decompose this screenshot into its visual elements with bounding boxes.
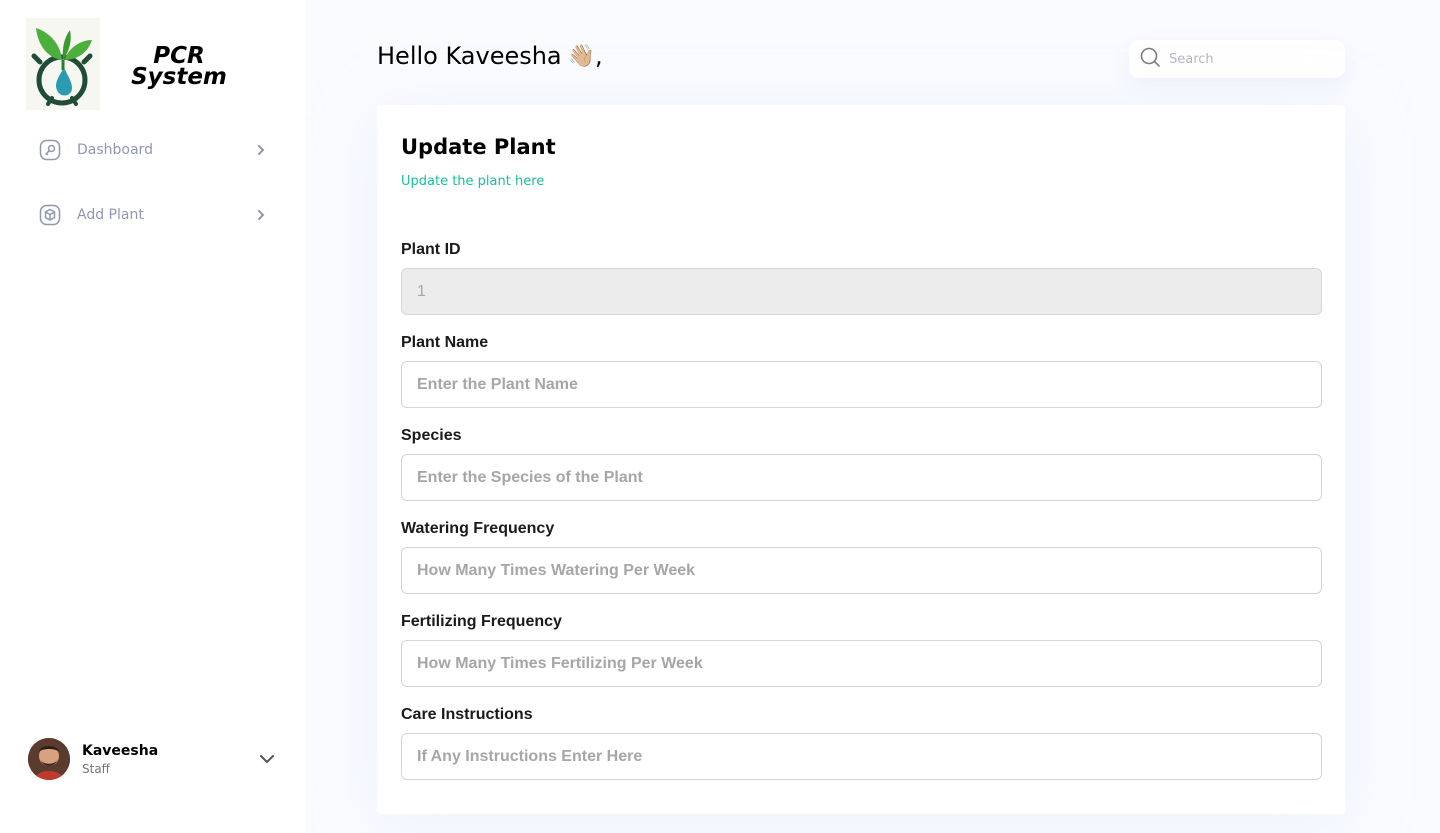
species-field[interactable]: [401, 454, 1322, 501]
fertilizing-frequency-field[interactable]: [401, 640, 1322, 687]
page-title: Update Plant: [401, 135, 556, 159]
sidebar-item-label: Dashboard: [77, 142, 153, 158]
update-plant-card: Update Plant Update the plant here Plant…: [377, 105, 1345, 814]
sidebar-item-add-plant[interactable]: Add Plant: [38, 202, 274, 228]
brand-name: PCR System: [124, 45, 234, 90]
search-box[interactable]: [1129, 40, 1345, 78]
care-instructions-field[interactable]: [401, 733, 1322, 780]
plant-name-label: Plant Name: [401, 334, 489, 351]
profile-role: Staff: [82, 761, 110, 776]
sidebar: PCR System Dashboard Add Plant Kaveesha …: [0, 0, 306, 833]
greeting-text: Hello Kaveesha: [377, 42, 562, 70]
greeting-comma: ,: [595, 42, 603, 70]
sidebar-item-label: Add Plant: [77, 207, 144, 223]
search-input[interactable]: [1169, 51, 1329, 67]
page-subtitle: Update the plant here: [401, 174, 545, 189]
wave-emoji: 👋🏼: [567, 43, 596, 69]
avatar: [28, 738, 70, 780]
chevron-right-icon: [254, 208, 268, 222]
plant-name-field[interactable]: [401, 361, 1322, 408]
pcr-logo[interactable]: [26, 18, 100, 110]
sidebar-item-dashboard[interactable]: Dashboard: [38, 137, 274, 163]
search-icon: [1139, 46, 1161, 73]
brand-line-2: System: [131, 64, 227, 90]
watering-frequency-label: Watering Frequency: [401, 520, 555, 537]
watering-frequency-field[interactable]: [401, 547, 1322, 594]
key-square-icon: [38, 138, 62, 162]
profile-name: Kaveesha: [82, 742, 159, 759]
species-label: Species: [401, 427, 462, 444]
fertilizing-frequency-label: Fertilizing Frequency: [401, 613, 562, 630]
chevron-down-icon[interactable]: [258, 750, 276, 768]
chevron-right-icon: [254, 143, 268, 157]
user-profile[interactable]: Kaveesha Staff: [28, 738, 278, 780]
plant-id-field: [401, 268, 1322, 315]
page-greeting: Hello Kaveesha 👋🏼 ,: [377, 42, 603, 70]
cube-icon: [38, 203, 62, 227]
care-instructions-label: Care Instructions: [401, 706, 533, 723]
plant-id-label: Plant ID: [401, 241, 461, 258]
